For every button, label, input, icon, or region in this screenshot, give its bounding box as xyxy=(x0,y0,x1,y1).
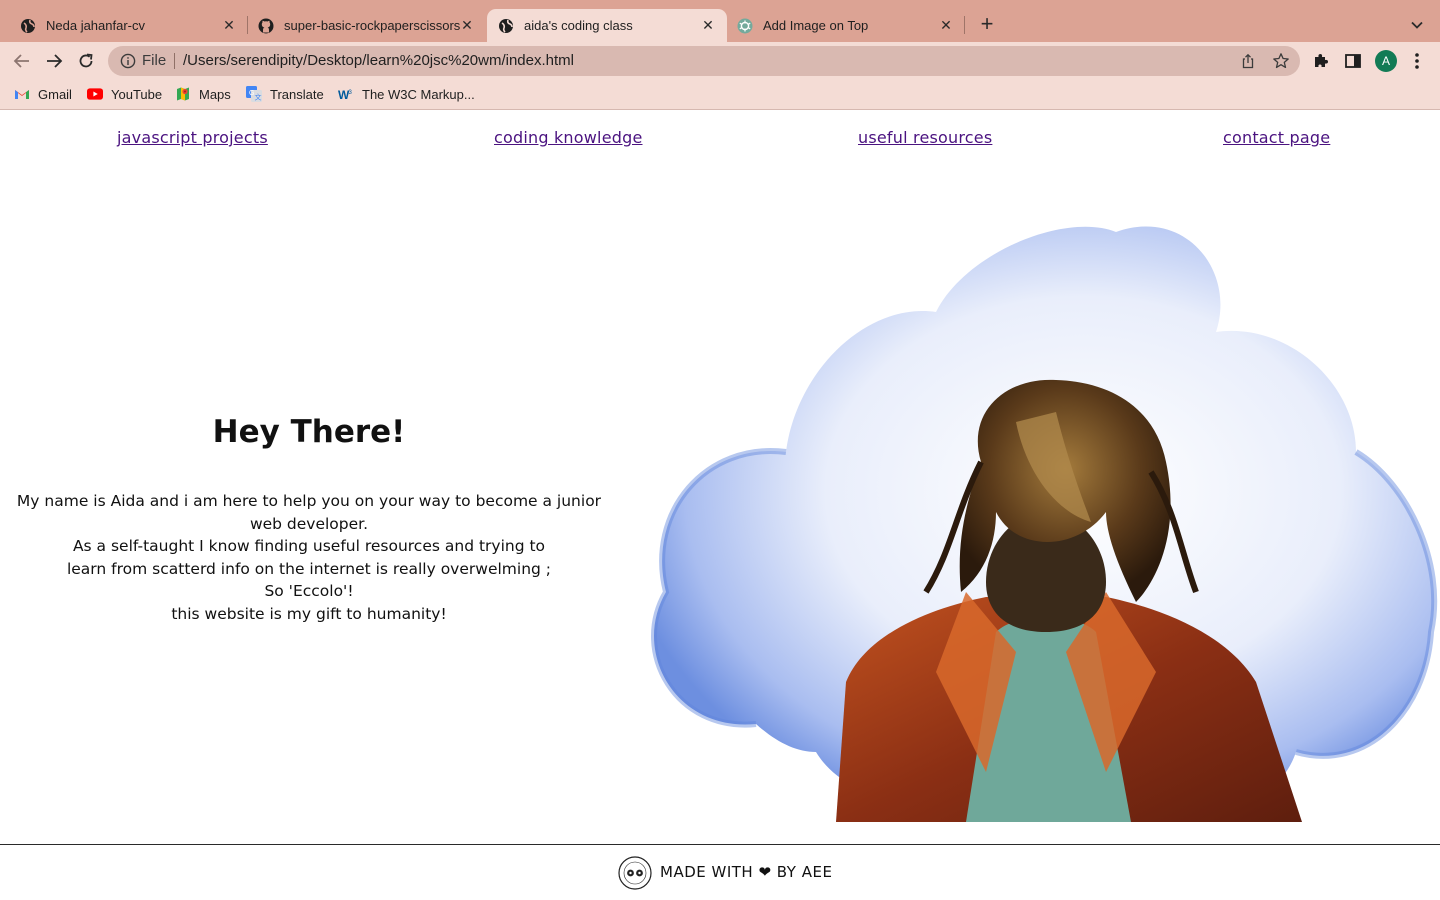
w3c-icon: W3 xyxy=(338,86,354,102)
arrow-right-icon xyxy=(47,54,63,68)
translate-icon: G文 xyxy=(246,86,262,102)
bookmark-translate[interactable]: G文 Translate xyxy=(246,85,324,103)
bookmark-label: Maps xyxy=(199,86,231,102)
youtube-icon xyxy=(87,86,103,102)
hero-intro: My name is Aida and i am here to help yo… xyxy=(6,490,612,626)
hero-intro-line: this website is my gift to humanity! xyxy=(171,604,447,623)
gmail-icon xyxy=(14,86,30,102)
profile-avatar[interactable]: A xyxy=(1375,50,1397,72)
extensions-button[interactable] xyxy=(1311,51,1331,71)
hero-intro-line: My name is Aida and i am here to help yo… xyxy=(16,492,602,533)
side-panel-button[interactable] xyxy=(1343,51,1363,71)
puzzle-icon xyxy=(1315,54,1328,67)
svg-text:3: 3 xyxy=(349,90,353,96)
globe-icon xyxy=(21,18,35,33)
svg-text:文: 文 xyxy=(255,93,262,102)
info-icon[interactable] xyxy=(120,53,136,69)
site-footer: MADE WITH ❤ BY AEE xyxy=(0,844,1440,900)
star-icon[interactable] xyxy=(1272,52,1290,70)
forward-button[interactable] xyxy=(42,50,66,72)
footer-credit: MADE WITH ❤ BY AEE xyxy=(660,863,833,881)
bookmark-w3c[interactable]: W3 The W3C Markup... xyxy=(338,85,475,103)
tab-rockpaperscissors[interactable]: super-basic-rockpaperscissors ✕ xyxy=(250,9,486,42)
bookmark-maps[interactable]: Maps xyxy=(175,85,231,103)
url-scheme-label: File xyxy=(142,52,167,69)
tab-title: Add Image on Top xyxy=(763,18,869,33)
tab-title: Neda jahanfar-cv xyxy=(46,18,145,33)
bookmark-youtube[interactable]: YouTube xyxy=(87,85,162,103)
tab-title: super-basic-rockpaperscissors xyxy=(284,18,460,33)
browser-toolbar: File /Users/serendipity/Desktop/learn%20… xyxy=(0,42,1440,80)
url-text[interactable]: /Users/serendipity/Desktop/learn%20jsc%2… xyxy=(183,52,574,69)
bookmark-label: Translate xyxy=(270,86,324,102)
hero-illustration xyxy=(651,226,1438,822)
close-icon[interactable]: ✕ xyxy=(220,16,238,34)
arrow-left-icon xyxy=(13,54,29,68)
share-icon[interactable] xyxy=(1240,53,1256,69)
nav-link-useful-resources[interactable]: useful resources xyxy=(858,128,992,147)
reload-button[interactable] xyxy=(74,50,98,72)
back-button[interactable] xyxy=(10,50,34,72)
tab-separator xyxy=(247,16,248,34)
bookmark-label: Gmail xyxy=(38,86,72,102)
tab-strip: Neda jahanfar-cv ✕ super-basic-rockpaper… xyxy=(0,0,1440,42)
menu-button[interactable] xyxy=(1407,51,1427,71)
reload-icon xyxy=(79,53,93,68)
address-bar[interactable]: File /Users/serendipity/Desktop/learn%20… xyxy=(108,46,1300,76)
nav-link-contact-page[interactable]: contact page xyxy=(1223,128,1330,147)
bookmark-label: The W3C Markup... xyxy=(362,86,475,102)
tab-neda-cv[interactable]: Neda jahanfar-cv ✕ xyxy=(12,9,248,42)
github-icon xyxy=(258,18,274,33)
chatgpt-icon xyxy=(737,18,753,33)
nav-link-javascript-projects[interactable]: javascript projects xyxy=(117,128,268,147)
close-icon[interactable]: ✕ xyxy=(699,16,717,34)
side-panel-icon xyxy=(1345,54,1361,68)
omnibox-divider xyxy=(174,53,175,69)
nav-link-coding-knowledge[interactable]: coding knowledge xyxy=(494,128,643,147)
close-icon[interactable]: ✕ xyxy=(937,16,955,34)
more-vertical-icon xyxy=(1415,53,1419,69)
bookmark-label: YouTube xyxy=(111,86,163,102)
hero-intro-line: As a self-taught I know finding useful r… xyxy=(66,537,552,601)
maps-icon xyxy=(175,86,191,102)
tab-aidas-coding-class[interactable]: aida's coding class ✕ xyxy=(487,9,727,42)
footer-logo-icon xyxy=(618,856,652,890)
new-tab-button[interactable]: + xyxy=(976,13,998,36)
globe-icon xyxy=(499,18,513,33)
bookmark-gmail[interactable]: Gmail xyxy=(14,85,72,103)
tab-add-image-on-top[interactable]: Add Image on Top ✕ xyxy=(729,9,965,42)
close-icon[interactable]: ✕ xyxy=(458,16,476,34)
chevron-down-icon[interactable] xyxy=(1408,16,1426,34)
tab-separator xyxy=(964,16,965,34)
bookmarks-bar: Gmail YouTube Maps G文 Translate W3 The W… xyxy=(0,80,1440,110)
hero-title: Hey There! xyxy=(212,414,406,450)
tab-title: aida's coding class xyxy=(524,18,633,33)
